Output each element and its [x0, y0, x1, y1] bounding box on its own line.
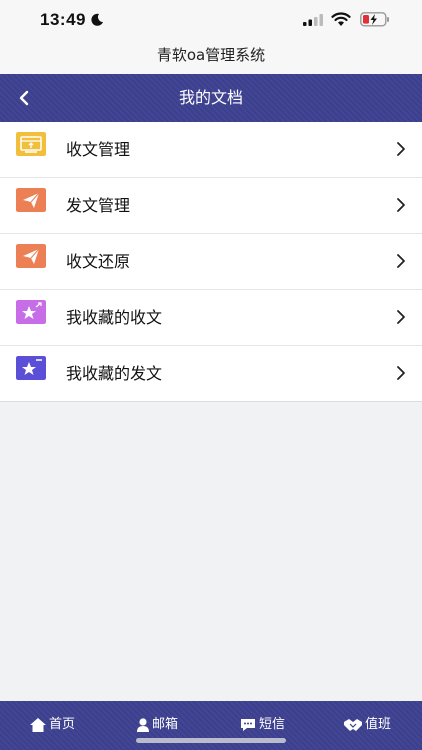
chevron-right-icon — [397, 310, 405, 324]
home-indicator — [136, 738, 286, 743]
menu-item-label: 收文还原 — [66, 252, 131, 271]
menu-item-label: 发文管理 — [66, 196, 131, 215]
app-title: 青软oa管理系统 — [0, 40, 422, 74]
paper-plane-icon — [16, 244, 46, 268]
chevron-right-icon — [397, 254, 405, 268]
home-icon — [29, 718, 46, 732]
menu-item-favorite-received[interactable]: 我收藏的收文 — [0, 290, 422, 346]
chevron-right-icon — [397, 198, 405, 212]
star-icon — [16, 356, 46, 380]
menu-item-sent-docs[interactable]: 发文管理 — [0, 178, 422, 234]
paper-plane-icon — [16, 188, 46, 212]
handshake-icon — [343, 719, 362, 731]
battery-charging-icon — [360, 12, 389, 27]
menu-item-label: 我收藏的发文 — [66, 364, 163, 383]
status-bar: 13:49 — [0, 0, 422, 40]
menu-item-received-docs[interactable]: 收文管理 — [0, 122, 422, 178]
nav-bar: 我的文档 — [0, 74, 422, 122]
moon-icon — [91, 13, 103, 26]
tab-label: 短信 — [258, 717, 285, 732]
chat-icon — [240, 719, 255, 731]
tab-label: 值班 — [364, 717, 391, 732]
inbox-tray-icon — [16, 132, 46, 156]
status-time: 13:49 — [40, 10, 86, 29]
chevron-right-icon — [397, 366, 405, 380]
menu-list: 收文管理 发文管理 收文还原 我收藏的收文 我收藏的发文 — [0, 122, 422, 402]
tab-duty[interactable]: 值班 — [315, 701, 420, 750]
menu-item-label: 收文管理 — [66, 140, 131, 159]
page-title: 我的文档 — [178, 88, 243, 107]
wifi-icon — [331, 12, 351, 26]
signal-icon — [303, 14, 323, 26]
menu-item-label: 我收藏的收文 — [66, 308, 163, 327]
star-icon — [16, 300, 46, 324]
tab-label: 邮箱 — [151, 717, 178, 732]
menu-item-restore-received[interactable]: 收文还原 — [0, 234, 422, 290]
tab-home[interactable]: 首页 — [0, 701, 105, 750]
chevron-right-icon — [397, 142, 405, 156]
menu-item-favorite-sent[interactable]: 我收藏的发文 — [0, 346, 422, 402]
user-icon — [136, 718, 149, 732]
tab-label: 首页 — [48, 717, 75, 732]
